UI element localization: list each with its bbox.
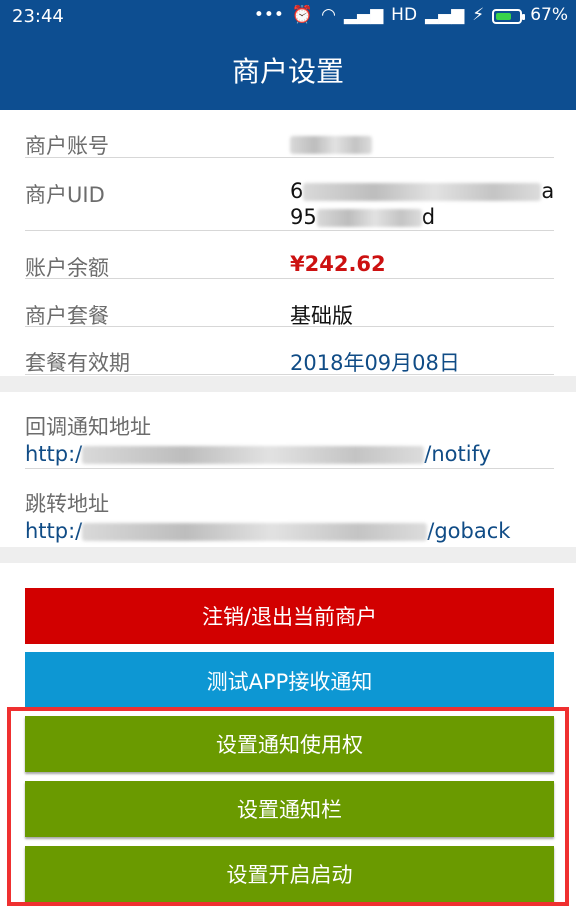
redirect-url-value[interactable]: http://goback <box>25 519 510 543</box>
plan-label: 商户套餐 <box>25 304 109 328</box>
charging-icon: ⚡ <box>472 5 485 25</box>
callback-url-value[interactable]: http://notify <box>25 442 491 466</box>
callback-divider <box>25 468 554 469</box>
row-plan: 商户套餐 基础版 <box>25 279 554 328</box>
battery-icon <box>492 8 526 24</box>
plan-expiry-value: 2018年09月08日 <box>290 351 460 375</box>
battery-percent: 67% <box>530 5 568 25</box>
status-bar: 23:44 ••• ⏰ ◠ ▂▄▆ HD ▂▄▆ ⚡ 67% <box>0 0 576 33</box>
balance-label: 账户余额 <box>25 256 109 280</box>
network-type: HD <box>391 5 418 25</box>
status-icons: ••• ⏰ ◠ ▂▄▆ HD ▂▄▆ ⚡ 67% <box>254 5 568 25</box>
highlight-box <box>7 707 569 906</box>
alarm-icon: ⏰ <box>291 5 314 25</box>
page-title: 商户设置 <box>0 33 576 110</box>
merchant-account-value <box>290 132 372 156</box>
row-merchant-uid: 商户UID 6a 95 d <box>25 158 554 231</box>
wifi-icon: ◠ <box>321 5 336 25</box>
plan-expiry-label: 套餐有效期 <box>25 351 130 375</box>
redirect-url-label: 跳转地址 <box>25 492 109 516</box>
section-divider <box>0 376 576 392</box>
logout-button[interactable]: 注销/退出当前商户 <box>25 588 554 644</box>
more-dots-icon: ••• <box>253 5 284 25</box>
row-plan-expiry: 套餐有效期 2018年09月08日 <box>25 327 554 375</box>
battery-level <box>496 12 511 20</box>
merchant-account-label: 商户账号 <box>25 134 109 158</box>
plan-value: 基础版 <box>290 304 353 328</box>
signal-icon-2: ▂▄▆ <box>425 5 465 25</box>
row-balance: 账户余额 ¥242.62 <box>25 231 554 280</box>
balance-value: ¥242.62 <box>290 252 386 276</box>
status-time: 23:44 <box>12 6 64 27</box>
row-merchant-account: 商户账号 <box>25 110 554 158</box>
merchant-uid-line2: 95 d <box>290 205 436 229</box>
merchant-uid-label: 商户UID <box>25 183 105 207</box>
test-notification-button[interactable]: 测试APP接收通知 <box>25 652 554 709</box>
section-divider-2 <box>0 547 576 563</box>
merchant-uid-line1: 6a <box>290 179 555 203</box>
signal-icon: ▂▄▆ <box>343 5 384 25</box>
callback-url-label: 回调通知地址 <box>25 415 151 439</box>
